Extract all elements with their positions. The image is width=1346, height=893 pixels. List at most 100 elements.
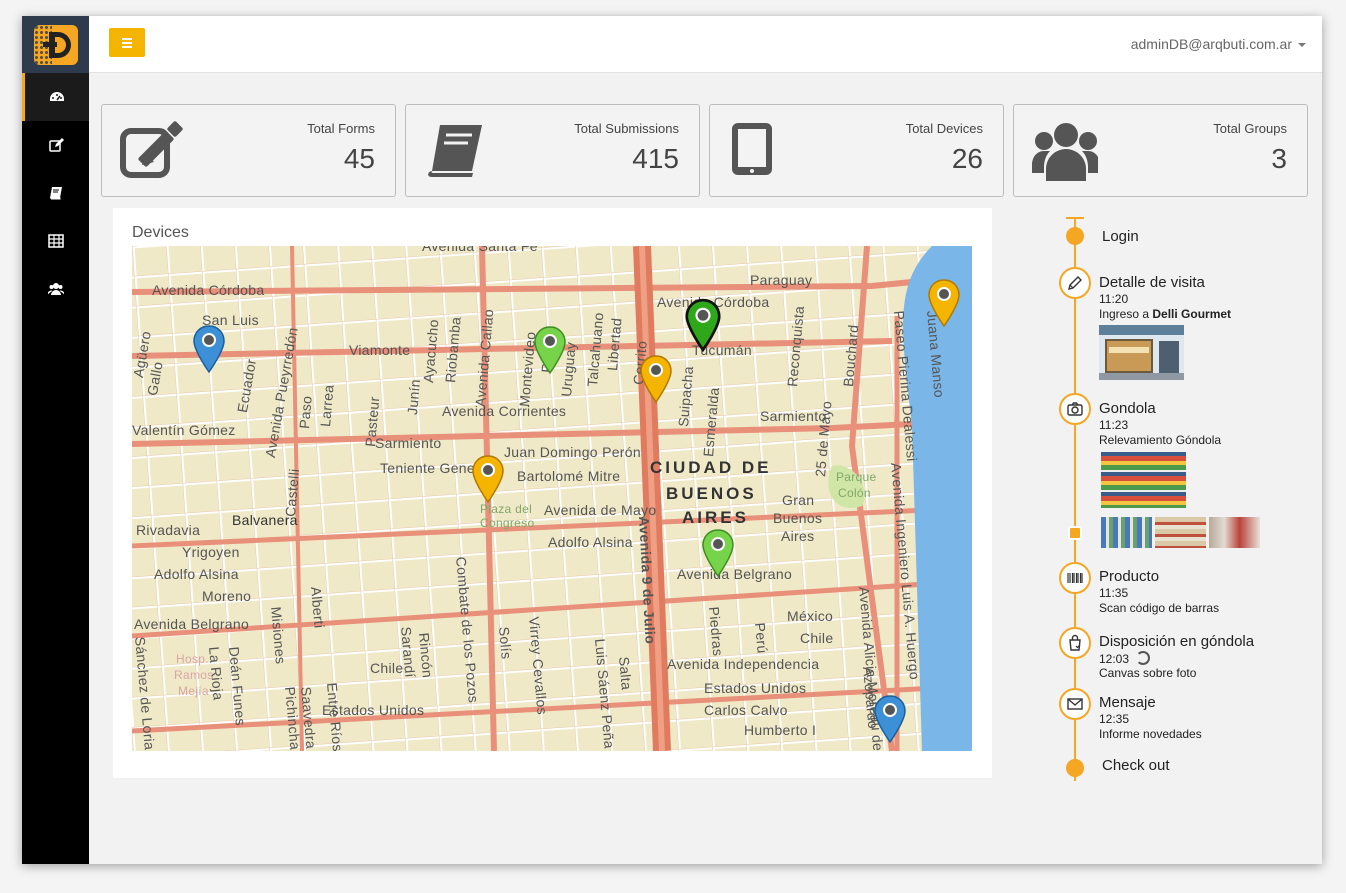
map-street-label: México xyxy=(787,608,834,624)
map-street-label: Viamonte xyxy=(349,342,411,358)
device-pin-green[interactable] xyxy=(533,325,567,375)
timeline-node[interactable] xyxy=(1059,393,1091,425)
device-pin-yellow[interactable] xyxy=(927,278,961,328)
device-pin-yellow[interactable] xyxy=(471,454,505,504)
timeline-event-desc: Relevamiento Góndola xyxy=(1099,433,1222,447)
stat-label: Total Submissions xyxy=(574,121,679,136)
device-pin-blue[interactable] xyxy=(192,324,226,374)
map-street-label: Yrigoyen xyxy=(182,544,240,560)
timeline-event-title: Producto xyxy=(1099,568,1160,585)
sidebar xyxy=(22,16,89,864)
timeline-dot xyxy=(1066,759,1084,777)
map-street-label: Avenida Córdoba xyxy=(152,282,265,298)
users-icon xyxy=(47,283,64,295)
stat-card-groups[interactable]: Total Groups 3 xyxy=(1013,104,1308,197)
stat-value: 3 xyxy=(1271,143,1287,174)
map-street-label: Colón xyxy=(838,486,871,500)
map-street-label: Adolfo Alsina xyxy=(548,534,633,550)
stat-value: 415 xyxy=(632,143,679,174)
stat-value: 45 xyxy=(343,143,375,174)
stat-label: Total Devices xyxy=(905,121,983,136)
devices-map[interactable]: Avenida Santa Fe Avenida Córdoba Avenida… xyxy=(132,246,972,751)
map-street-label: Mejía xyxy=(178,684,209,698)
app-logo[interactable] xyxy=(33,24,78,65)
map-street-label: Moreno xyxy=(202,588,252,604)
map-street-label: Sarmiento xyxy=(375,435,442,451)
timeline-event-time: 12:35 xyxy=(1099,712,1130,726)
devices-title: Devices xyxy=(132,224,189,241)
timeline-event-time: 11:35 xyxy=(1099,586,1129,600)
store-photo[interactable] xyxy=(1099,325,1184,380)
timeline-event-time: 11:20 xyxy=(1099,292,1129,306)
timeline-event-title: Gondola xyxy=(1099,400,1156,417)
envelope-icon xyxy=(1067,698,1083,710)
devices-panel: Devices Avenida Santa Fe Avenida Córdoba… xyxy=(113,208,992,778)
table-icon xyxy=(47,234,64,248)
stat-value: 26 xyxy=(951,143,983,174)
sidebar-item-dashboard[interactable] xyxy=(22,73,89,121)
timeline-dot xyxy=(1066,227,1084,245)
dashboard-icon xyxy=(50,92,64,101)
map-street-label: Humberto I xyxy=(744,722,817,738)
timeline-node[interactable] xyxy=(1059,562,1091,594)
map-city-label: BUENOS xyxy=(666,484,757,503)
map-street-label: Salta xyxy=(616,656,635,691)
map-street-label: Valentín Gómez xyxy=(132,422,236,438)
map-street-label: Hosp. xyxy=(176,652,209,666)
barcode-icon xyxy=(1067,573,1083,583)
sidebar-item-submissions[interactable] xyxy=(22,169,89,217)
menu-toggle-button[interactable] xyxy=(109,28,145,57)
device-pin-blue[interactable] xyxy=(873,694,907,744)
map-street-label: Paraguay xyxy=(750,272,813,288)
timeline-node[interactable] xyxy=(1059,688,1091,720)
timeline-node[interactable] xyxy=(1059,267,1091,299)
device-pin-dark-green[interactable] xyxy=(684,298,722,352)
map-street-label: Juan Domingo Perón xyxy=(504,444,641,460)
map-street-label: Avenida Independencia xyxy=(667,656,820,672)
activity-timeline: Login Detalle de visita 11:20 Ingreso a … xyxy=(1059,217,1319,797)
app-window: adminDB@arqbuti.com.ar Total Forms 45 To… xyxy=(22,16,1322,864)
map-street-label: Bartolomé Mitre xyxy=(517,468,621,484)
map-street-label: Avenida Belgrano xyxy=(134,616,250,632)
map-street-label: Congreso xyxy=(480,516,535,530)
map-city-label: CIUDAD DE xyxy=(650,458,772,477)
map-street-label: Plaza del xyxy=(480,502,533,516)
shelf-photo-thumb[interactable] xyxy=(1155,517,1206,548)
timeline-end-label: Check out xyxy=(1102,757,1170,774)
map-street-label: Rivadavia xyxy=(136,522,201,538)
device-pin-green[interactable] xyxy=(701,528,735,578)
stat-card-devices[interactable]: Total Devices 26 xyxy=(709,104,1004,197)
shelf-photo[interactable] xyxy=(1101,452,1186,508)
map-street-label: Avenida de Mayo xyxy=(544,502,657,518)
timeline-event-desc: Scan código de barras xyxy=(1099,601,1220,615)
map-street-label: Paso xyxy=(296,395,315,430)
shelf-photo-thumb[interactable] xyxy=(1209,517,1260,548)
sidebar-item-table[interactable] xyxy=(22,217,89,265)
map-city-label: AIRES xyxy=(682,508,749,527)
timeline-node[interactable] xyxy=(1059,627,1091,659)
timeline-marker xyxy=(1068,526,1082,540)
pencil-icon xyxy=(1068,276,1082,290)
map-street-label: Buenos xyxy=(773,510,823,526)
stat-card-forms[interactable]: Total Forms 45 xyxy=(101,104,396,197)
sidebar-item-groups[interactable] xyxy=(22,265,89,313)
refresh-icon xyxy=(1136,651,1151,665)
timeline-event-title: Disposición en góndola xyxy=(1099,633,1255,650)
user-menu[interactable]: adminDB@arqbuti.com.ar xyxy=(1131,36,1306,52)
stat-label: Total Groups xyxy=(1213,121,1287,136)
timeline-start-label: Login xyxy=(1102,228,1139,245)
book-icon xyxy=(49,187,62,200)
device-pin-yellow[interactable] xyxy=(639,354,673,404)
user-email: adminDB@arqbuti.com.ar xyxy=(1130,36,1292,52)
book-icon xyxy=(428,125,482,177)
timeline-event-title: Mensaje xyxy=(1099,694,1156,711)
sidebar-item-forms[interactable] xyxy=(22,121,89,169)
timeline-event-desc: Canvas sobre foto xyxy=(1099,666,1197,680)
top-bar: adminDB@arqbuti.com.ar xyxy=(89,16,1322,73)
shelf-photo-thumb[interactable] xyxy=(1101,517,1152,548)
map-street-label: Aires xyxy=(781,528,815,544)
map-street-label: Parque xyxy=(836,470,877,484)
edit-icon xyxy=(48,138,64,152)
store-name: Delli Gourmet xyxy=(1152,307,1232,321)
stat-card-submissions[interactable]: Total Submissions 415 xyxy=(405,104,700,197)
